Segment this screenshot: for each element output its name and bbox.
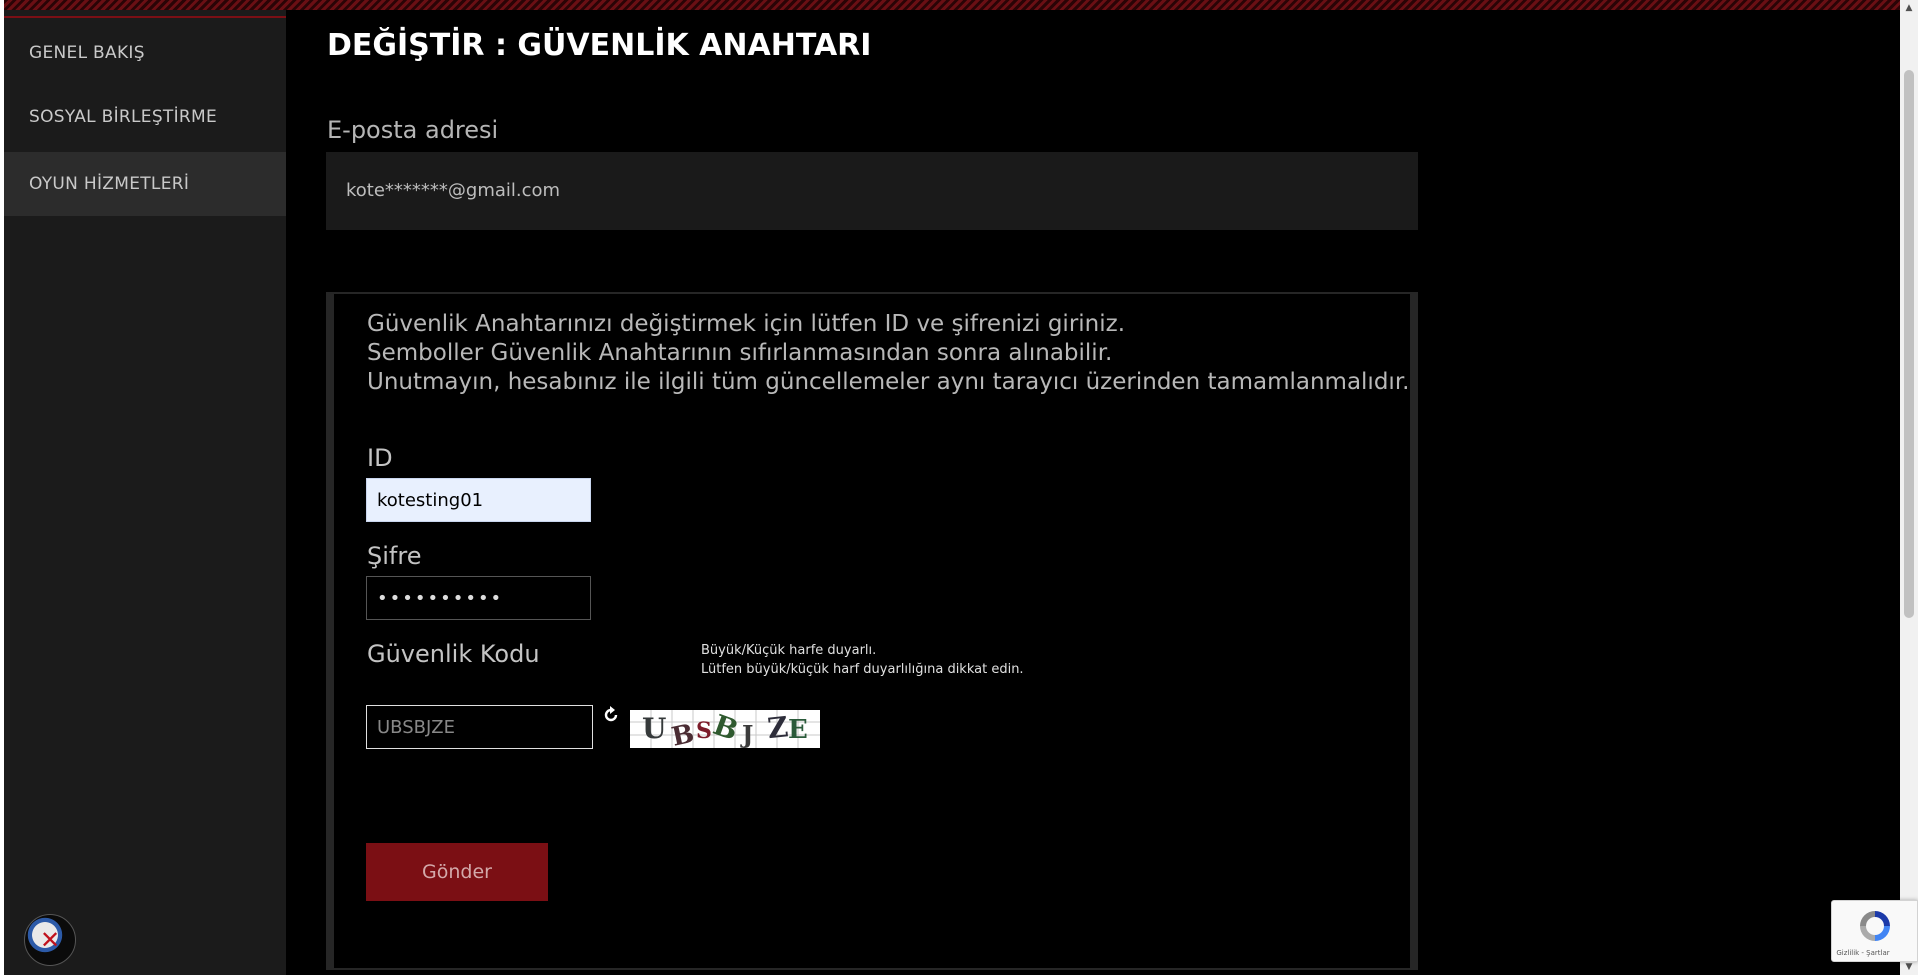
password-label: Şifre (367, 542, 422, 570)
id-input[interactable] (366, 478, 591, 522)
id-label: ID (367, 444, 393, 472)
email-label: E-posta adresi (327, 116, 499, 144)
instruction-line: Semboller Güvenlik Anahtarının sıfırlanm… (367, 340, 1113, 366)
email-display: kote*******@gmail.com (326, 152, 1418, 230)
sidebar-accent-line (4, 16, 286, 18)
top-accent-divider (0, 10, 1918, 13)
svg-text:Z: Z (766, 710, 790, 745)
page-title: DEĞİŞTİR : GÜVENLİK ANAHTARI (327, 28, 872, 63)
sidebar-item-overview[interactable]: GENEL BAKIŞ (4, 21, 286, 85)
panel-border-left (328, 294, 334, 968)
security-code-label: Güvenlik Kodu (367, 640, 540, 668)
logo-glyph: ✕ (39, 926, 61, 954)
top-accent-bar (0, 0, 1918, 10)
captcha-graphic: U B S B J Z E (630, 710, 820, 748)
captcha-image: U B S B J Z E (630, 710, 820, 748)
scrollbar-thumb[interactable] (1904, 70, 1914, 618)
case-note-line: Lütfen büyük/küçük harf duyarlılığına di… (701, 662, 1024, 677)
recaptcha-icon (1860, 911, 1890, 941)
vertical-scrollbar[interactable]: ▲ ▼ (1900, 0, 1918, 975)
svg-text:E: E (788, 715, 808, 745)
refresh-icon[interactable] (602, 706, 620, 724)
sidebar: GENEL BAKIŞ SOSYAL BİRLEŞTİRME OYUN HİZM… (4, 10, 286, 975)
scroll-up-arrow-icon[interactable]: ▲ (1900, 0, 1918, 16)
sidebar-item-game-services[interactable]: OYUN HİZMETLERİ (4, 152, 286, 216)
submit-button[interactable]: Gönder (366, 843, 548, 901)
svg-text:J: J (740, 720, 753, 748)
recaptcha-terms[interactable]: Gizlilik - Şartlar (1832, 949, 1894, 957)
instruction-line: Güvenlik Anahtarınızı değiştirmek için l… (367, 311, 1126, 337)
password-input[interactable] (366, 576, 591, 620)
recaptcha-badge[interactable]: Gizlilik - Şartlar (1831, 900, 1918, 962)
panel-border-right (1410, 294, 1416, 968)
sidebar-item-social-link[interactable]: SOSYAL BİRLEŞTİRME (4, 85, 286, 149)
svg-text:U: U (642, 712, 666, 745)
case-sensitivity-note: Büyük/Küçük harfe duyarlı. Lütfen büyük/… (701, 641, 1024, 679)
instruction-line: Unutmayın, hesabınız ile ilgili tüm günc… (367, 369, 1410, 395)
case-note-line: Büyük/Küçük harfe duyarlı. (701, 643, 877, 658)
svg-text:S: S (696, 718, 712, 744)
form-instructions: Güvenlik Anahtarınızı değiştirmek için l… (367, 310, 1410, 397)
captcha-input[interactable] (366, 705, 593, 749)
game-logo-icon[interactable]: ✕ (24, 914, 76, 966)
